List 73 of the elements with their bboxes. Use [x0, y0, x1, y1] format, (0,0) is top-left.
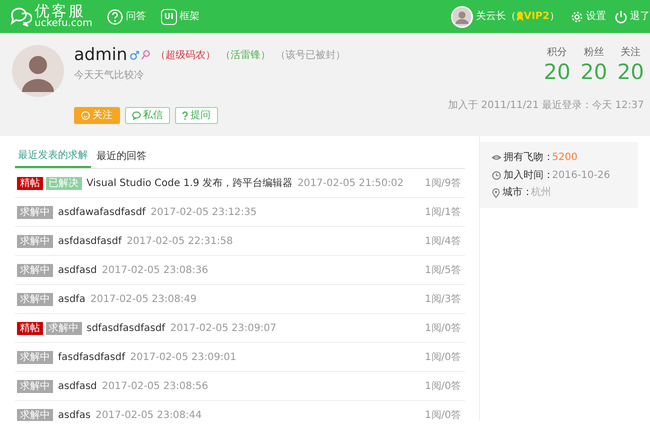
info-label: 城市：	[502, 186, 532, 200]
info-label: 拥有飞吻：	[504, 151, 554, 165]
status-tag: 求解中	[17, 408, 53, 421]
view-answer-count: 1阅/0答	[424, 350, 462, 364]
avatar	[12, 45, 64, 97]
question-title[interactable]: asdfa	[58, 292, 86, 306]
stat-label: 粉丝	[584, 46, 604, 60]
settings-icon	[570, 10, 584, 24]
question-title[interactable]: sdfasdfasdfasdf	[86, 320, 166, 336]
lips-icon	[492, 153, 501, 162]
view-answer-count: 1阅/9答	[424, 176, 462, 190]
question-time: 2017-02-05 23:08:36	[102, 264, 208, 278]
stat-value: 20	[544, 60, 571, 84]
view-answer-count: 1阅/5答	[424, 264, 462, 278]
info-value: 杭州	[531, 186, 551, 200]
male-icon	[130, 50, 139, 60]
logo-title: 优客服	[34, 4, 86, 19]
question-time: 2017-02-05 23:08:49	[90, 292, 197, 306]
view-answer-count: 1阅/0答	[424, 380, 462, 394]
question-time: 2017-02-05 23:09:01	[130, 350, 236, 364]
status-tag: 求解中	[17, 234, 53, 248]
medal-icon	[516, 11, 524, 22]
question-time: 2017-02-05 22:31:58	[126, 234, 233, 248]
stat-value: 20	[617, 60, 644, 84]
logo-domain: uckefu.com	[34, 19, 92, 29]
question-time: 2017-02-05 23:08:56	[102, 380, 208, 394]
question-mark-icon	[182, 110, 188, 120]
info-value: 2016-10-26	[552, 168, 610, 182]
status-tag: 求解中	[46, 322, 82, 334]
info-label: 加入时间：	[504, 168, 554, 182]
join-info: 加入于 2011/11/21 最近登录：今天 12:37	[448, 98, 644, 113]
question-time: 2017-02-05 23:09:07	[170, 322, 276, 336]
power-icon	[614, 10, 628, 24]
stat-label: 关注	[620, 46, 641, 60]
view-answer-count: 1阅/4答	[424, 234, 462, 248]
status-tag: 精帖	[17, 322, 43, 334]
view-answer-count: 1阅/0答	[424, 322, 462, 336]
question-title[interactable]: asfdasdfasdf	[58, 234, 122, 248]
signature: 今天天气比较冷	[74, 68, 145, 82]
status-tag: 求解中	[17, 264, 53, 276]
user-tag: （活雷锋）	[220, 48, 270, 62]
question-title[interactable]: asdfasd	[58, 262, 97, 278]
user-tag: （该号已被封）	[275, 48, 346, 62]
status-tag: 精帖	[17, 176, 43, 190]
location-pin-icon	[492, 188, 500, 198]
stat-value: 20	[580, 60, 608, 84]
question-time: 2017-02-05 23:08:44	[96, 408, 202, 421]
tab[interactable]: 最近的回答	[94, 146, 150, 168]
question-time: 2017-02-05 23:12:35	[150, 206, 257, 220]
status-tag: 求解中	[17, 350, 53, 364]
user-tag: （超级码农）	[155, 48, 216, 62]
smiley-icon	[81, 110, 90, 120]
status-tag: 求解中	[17, 292, 53, 306]
clock-icon	[492, 170, 501, 180]
avatar	[451, 6, 474, 28]
view-answer-count: 1阅/1答	[424, 206, 462, 220]
question-title[interactable]: asdfas	[58, 408, 91, 421]
chat-icon	[132, 110, 140, 120]
question-title[interactable]: Visual Studio Code 1.9 发布，跨平台编辑器	[86, 176, 292, 190]
question-title[interactable]: asdfawafasdfasdf	[58, 204, 146, 220]
question-title[interactable]: asdfasd	[58, 378, 97, 394]
status-tag: 求解中	[17, 380, 53, 392]
info-value: 5200	[552, 151, 578, 165]
stat-label: 积分	[547, 46, 568, 60]
view-answer-count: 1阅/0答	[424, 408, 462, 421]
question-icon	[107, 8, 124, 24]
status-tag: 已解决	[46, 176, 82, 190]
question-time: 2017-02-05 21:50:02	[297, 176, 404, 190]
view-answer-count: 1阅/3答	[424, 292, 462, 306]
status-tag: 求解中	[17, 206, 53, 218]
question-title[interactable]: fasdfasdfasdf	[58, 350, 126, 364]
chat-bubbles-icon	[10, 6, 32, 26]
username: admin	[74, 45, 128, 65]
